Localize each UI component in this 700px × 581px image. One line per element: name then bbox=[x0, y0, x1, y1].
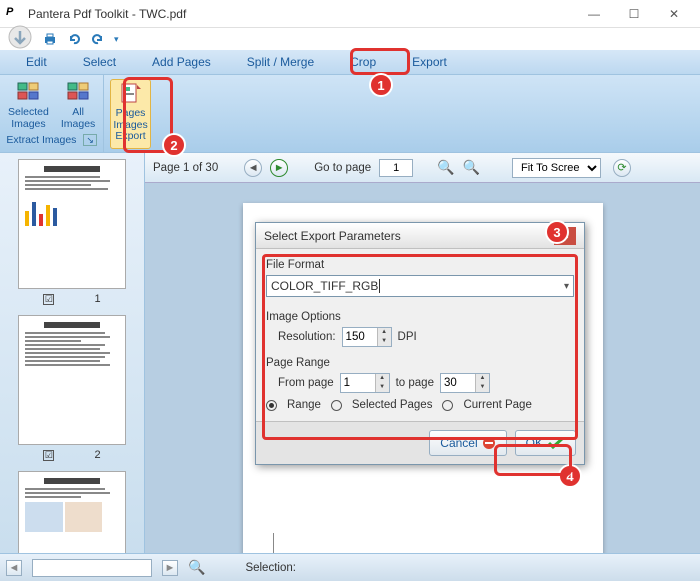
chevron-down-icon[interactable]: ▾ bbox=[564, 281, 569, 292]
radio-range[interactable] bbox=[266, 400, 277, 411]
to-page-input[interactable]: ▲▼ bbox=[440, 373, 490, 393]
statusbar: ◄ ► 🔍 Selection: bbox=[0, 553, 700, 581]
thumbnail-page[interactable] bbox=[18, 471, 126, 553]
from-page-label: From page bbox=[278, 377, 334, 389]
dialog-launcher-icon[interactable]: ↘ bbox=[83, 134, 97, 146]
titlebar: P Pantera Pdf Toolkit - TWC.pdf — ☐ ✕ bbox=[0, 0, 700, 28]
radio-range-label: Range bbox=[287, 399, 321, 411]
all-images-button[interactable]: All Images bbox=[59, 79, 97, 132]
status-next-icon[interactable]: ► bbox=[162, 560, 178, 576]
to-page-field[interactable] bbox=[441, 377, 475, 389]
go-to-page-input[interactable] bbox=[379, 159, 413, 177]
file-format-label: File Format bbox=[266, 259, 574, 271]
selection-label: Selection: bbox=[245, 562, 296, 574]
resolution-spinner[interactable]: ▲▼ bbox=[377, 328, 391, 346]
radio-current-label: Current Page bbox=[463, 399, 531, 411]
pages-images-export-label: Pages Images Export bbox=[113, 108, 147, 143]
refresh-button[interactable]: ⟳ bbox=[613, 159, 631, 177]
selected-images-button[interactable]: Selected Images bbox=[6, 79, 51, 132]
search-input[interactable] bbox=[32, 559, 152, 577]
file-format-value: COLOR_TIFF_RGB bbox=[271, 279, 378, 293]
text-cursor bbox=[379, 279, 380, 293]
page-indicator: Page 1 of 30 bbox=[153, 162, 218, 174]
ok-button[interactable]: OK bbox=[515, 430, 576, 456]
undo-icon[interactable] bbox=[66, 31, 82, 47]
radio-current-page[interactable] bbox=[442, 400, 453, 411]
menu-tabs: Edit Select Add Pages Split / Merge Crop… bbox=[0, 50, 700, 75]
close-button[interactable]: ✕ bbox=[654, 3, 694, 25]
thumbnail-checkbox[interactable]: ☑ bbox=[43, 450, 54, 461]
zoom-in-icon[interactable]: 🔍 bbox=[463, 159, 480, 176]
callout-badge-2: 2 bbox=[162, 133, 186, 157]
thumbnail-label: ☑ 1 bbox=[6, 293, 138, 305]
page-toolbar: Page 1 of 30 ◄ ► Go to page 🔍 🔍 Fit To S… bbox=[145, 153, 700, 183]
callout-badge-3: 3 bbox=[545, 220, 569, 244]
tab-export[interactable]: Export bbox=[406, 53, 453, 71]
pages-images-export-button[interactable]: Pages Images Export bbox=[110, 79, 150, 149]
radio-selected-label: Selected Pages bbox=[352, 399, 433, 411]
qat-dropdown-icon[interactable]: ▾ bbox=[114, 34, 119, 45]
from-page-spinner[interactable]: ▲▼ bbox=[375, 374, 389, 392]
window-title: Pantera Pdf Toolkit - TWC.pdf bbox=[28, 7, 186, 21]
tab-crop[interactable]: Crop bbox=[344, 53, 382, 71]
cancel-icon bbox=[482, 436, 496, 450]
dialog-titlebar: Select Export Parameters ✕ bbox=[256, 223, 584, 249]
from-page-input[interactable]: ▲▼ bbox=[340, 373, 390, 393]
zoom-fit-select[interactable]: Fit To Scree bbox=[512, 158, 601, 178]
ribbon-group-export: Pages Images Export bbox=[104, 75, 156, 152]
all-images-label: All Images bbox=[61, 107, 95, 130]
document-chart bbox=[273, 533, 573, 553]
minimize-button[interactable]: — bbox=[574, 3, 614, 25]
selected-images-label: Selected Images bbox=[8, 107, 49, 130]
thumbnail-page[interactable] bbox=[18, 315, 126, 445]
window-controls: — ☐ ✕ bbox=[574, 3, 694, 25]
tab-select[interactable]: Select bbox=[77, 53, 122, 71]
thumbnail-checkbox[interactable]: ☑ bbox=[43, 294, 54, 305]
thumbnail-pane[interactable]: ☑ 1 ☑ 2 ☑ 3 bbox=[0, 153, 145, 553]
radio-selected-pages[interactable] bbox=[331, 400, 342, 411]
dialog-button-row: Cancel OK bbox=[256, 421, 584, 464]
thumbnail-number: 2 bbox=[94, 449, 100, 461]
app-menu-button[interactable] bbox=[6, 25, 34, 53]
tab-edit[interactable]: Edit bbox=[20, 53, 53, 71]
status-search-icon[interactable]: 🔍 bbox=[188, 559, 205, 576]
ribbon: Selected Images All Images Extract Image… bbox=[0, 75, 700, 153]
image-options-label: Image Options bbox=[266, 311, 574, 323]
resolution-field[interactable] bbox=[343, 331, 377, 343]
tab-add-pages[interactable]: Add Pages bbox=[146, 53, 217, 71]
app-icon: P bbox=[6, 6, 22, 22]
quick-access-toolbar: ▾ bbox=[0, 28, 700, 50]
next-page-button[interactable]: ► bbox=[270, 159, 288, 177]
file-format-combobox[interactable]: COLOR_TIFF_RGB ▾ bbox=[266, 275, 574, 297]
dialog-title-text: Select Export Parameters bbox=[264, 229, 401, 243]
print-icon[interactable] bbox=[42, 31, 58, 47]
redo-icon[interactable] bbox=[90, 31, 106, 47]
ribbon-group-extract-images: Selected Images All Images Extract Image… bbox=[0, 75, 104, 152]
page-range-label: Page Range bbox=[266, 357, 574, 369]
maximize-button[interactable]: ☐ bbox=[614, 3, 654, 25]
zoom-out-icon[interactable]: 🔍 bbox=[437, 159, 454, 176]
thumbnail-page[interactable] bbox=[18, 159, 126, 289]
to-page-label: to page bbox=[396, 377, 434, 389]
thumbnail-label: ☑ 2 bbox=[6, 449, 138, 461]
dpi-label: DPI bbox=[398, 331, 417, 343]
resolution-input[interactable]: ▲▼ bbox=[342, 327, 392, 347]
prev-page-button[interactable]: ◄ bbox=[244, 159, 262, 177]
ok-check-icon bbox=[547, 436, 565, 450]
ribbon-group-label-extract: Extract Images ↘ bbox=[6, 134, 97, 146]
thumbnail-number: 1 bbox=[94, 293, 100, 305]
tab-split-merge[interactable]: Split / Merge bbox=[241, 53, 320, 71]
go-to-page-label: Go to page bbox=[314, 162, 371, 174]
callout-badge-1: 1 bbox=[369, 73, 393, 97]
resolution-label: Resolution: bbox=[278, 331, 336, 343]
status-prev-icon[interactable]: ◄ bbox=[6, 560, 22, 576]
cancel-button[interactable]: Cancel bbox=[429, 430, 506, 456]
callout-badge-4: 4 bbox=[558, 464, 582, 488]
from-page-field[interactable] bbox=[341, 377, 375, 389]
export-parameters-dialog: Select Export Parameters ✕ File Format C… bbox=[255, 222, 585, 465]
to-page-spinner[interactable]: ▲▼ bbox=[475, 374, 489, 392]
